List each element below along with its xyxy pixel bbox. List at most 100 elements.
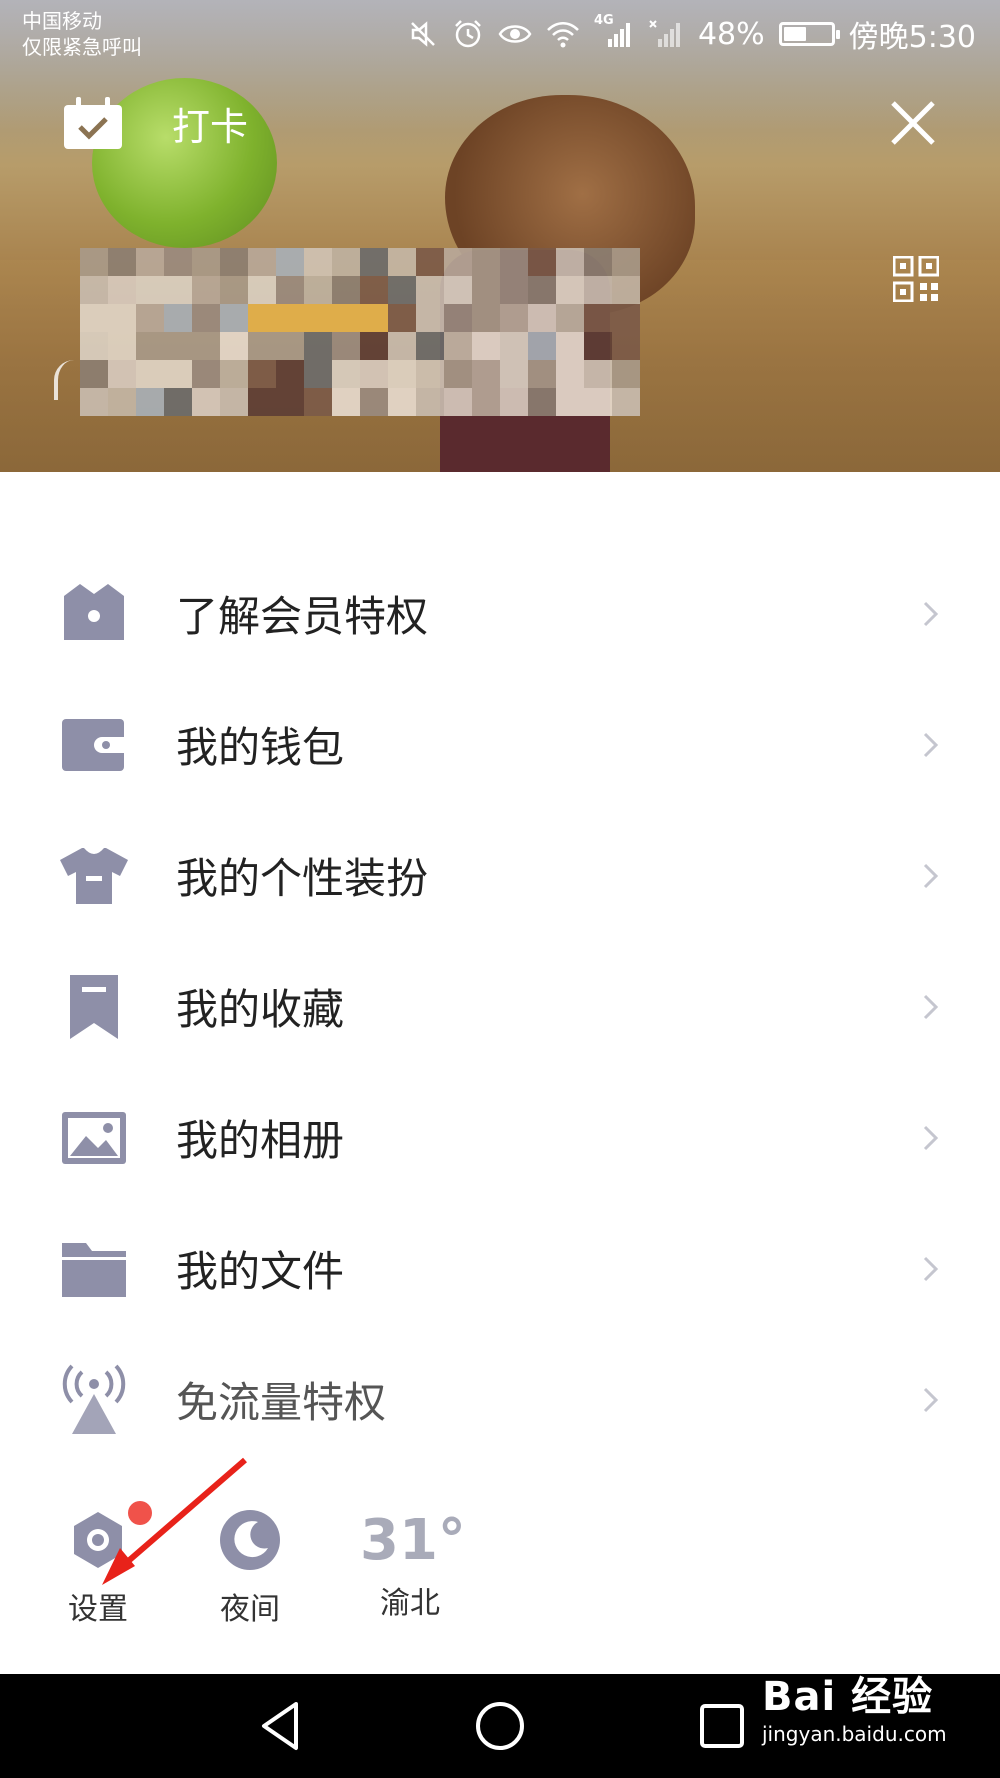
- menu-item-vip[interactable]: 了解会员特权: [0, 548, 1000, 679]
- settings-label: 设置: [68, 1592, 128, 1627]
- settings-button[interactable]: 设置: [58, 1500, 138, 1628]
- mosaic-cell: [584, 248, 612, 276]
- mosaic-cell: [220, 248, 248, 276]
- gear-icon: [74, 1512, 122, 1568]
- chevron-right-icon: [923, 1125, 939, 1150]
- mosaic-cell: [528, 248, 556, 276]
- battery-percent: 48%: [697, 16, 765, 52]
- menu-label: 我的文件: [176, 1247, 345, 1296]
- mosaic-cell: [472, 304, 500, 332]
- battery-fill: [783, 27, 806, 41]
- menu-label: 免流量特权: [176, 1378, 387, 1427]
- mosaic-cell: [192, 248, 220, 276]
- mosaic-cell: [136, 248, 164, 276]
- mosaic-cell: [304, 304, 332, 332]
- baidu-watermark: Bai 经验 jingyan.baidu.com: [762, 1672, 947, 1746]
- menu-item-dressup[interactable]: 我的个性装扮: [0, 810, 1000, 941]
- qr-code-icon[interactable]: [893, 256, 939, 302]
- mosaic-cell: [528, 360, 556, 388]
- mosaic-cell: [332, 388, 360, 416]
- mosaic-cell: [136, 332, 164, 360]
- mosaic-cell: [500, 304, 528, 332]
- mosaic-cell: [360, 276, 388, 304]
- close-icon[interactable]: [885, 95, 941, 151]
- mosaic-cell: [444, 276, 472, 304]
- mosaic-cell: [164, 304, 192, 332]
- mosaic-cell: [416, 248, 444, 276]
- mosaic-cell: [192, 332, 220, 360]
- back-icon[interactable]: [252, 1698, 308, 1754]
- mosaic-cell: [220, 276, 248, 304]
- mosaic-cell: [416, 276, 444, 304]
- wallet-icon: [62, 718, 124, 771]
- mosaic-cell: [80, 248, 108, 276]
- mosaic-cell: [388, 388, 416, 416]
- mosaic-cell: [304, 248, 332, 276]
- recents-icon[interactable]: [694, 1698, 750, 1754]
- mosaic-cell: [108, 276, 136, 304]
- clock: 傍晚5:30: [848, 20, 976, 55]
- mosaic-cell: [556, 276, 584, 304]
- mosaic-cell: [388, 332, 416, 360]
- mosaic-cell: [500, 276, 528, 304]
- mosaic-cell: [472, 388, 500, 416]
- mosaic-cell: [192, 388, 220, 416]
- carrier-line1: 中国移动: [22, 9, 102, 33]
- night-mode-button[interactable]: 夜间: [210, 1500, 290, 1628]
- mosaic-cell: [360, 360, 388, 388]
- menu-label: 我的个性装扮: [176, 854, 429, 903]
- status-bar: 中国移动 仅限紧急呼叫 4G 48% 傍晚5:30: [0, 0, 1000, 64]
- menu-item-album[interactable]: 我的相册: [0, 1072, 1000, 1203]
- mosaic-cell: [360, 332, 388, 360]
- mosaic-cell: [276, 276, 304, 304]
- home-icon[interactable]: [472, 1698, 528, 1754]
- alarm-icon: [455, 20, 481, 48]
- bottom-actions: 设置 夜间 31° 渝北: [0, 1500, 1000, 1640]
- checkin-button[interactable]: 打卡: [62, 96, 248, 151]
- mosaic-cell: [108, 248, 136, 276]
- mosaic-cell: [500, 388, 528, 416]
- calendar-check-icon: [64, 96, 122, 149]
- menu-label: 我的钱包: [176, 723, 345, 772]
- mosaic-cell: [416, 360, 444, 388]
- mosaic-cell: [332, 304, 360, 332]
- crown-icon: [64, 583, 124, 640]
- menu-item-files[interactable]: 我的文件: [0, 1203, 1000, 1334]
- mosaic-cell: [528, 304, 556, 332]
- menu-label: 了解会员特权: [176, 592, 429, 641]
- mosaic-cell: [472, 332, 500, 360]
- menu-item-favorites[interactable]: 我的收藏: [0, 941, 1000, 1072]
- tshirt-icon: [60, 847, 128, 904]
- mosaic-cell: [528, 388, 556, 416]
- chevron-right-icon: [923, 1256, 939, 1281]
- mosaic-cell: [80, 332, 108, 360]
- chevron-right-icon: [923, 863, 939, 888]
- mosaic-cell: [108, 332, 136, 360]
- weather-widget[interactable]: 31° 渝北: [360, 1500, 466, 1622]
- mosaic-cell: [304, 276, 332, 304]
- mosaic-cell: [444, 360, 472, 388]
- mosaic-cell: [556, 388, 584, 416]
- signal-icon: [607, 23, 630, 47]
- notification-badge: [128, 1501, 152, 1525]
- menu-item-wallet[interactable]: 我的钱包: [0, 679, 1000, 810]
- city-label: 渝北: [380, 1586, 440, 1621]
- mosaic-cell: [556, 360, 584, 388]
- menu-item-free-data[interactable]: 免流量特权: [0, 1334, 1000, 1465]
- mosaic-cell: [444, 248, 472, 276]
- mosaic-cell: [388, 304, 416, 332]
- carrier-line2: 仅限紧急呼叫: [22, 35, 142, 59]
- mosaic-cell: [444, 332, 472, 360]
- mosaic-cell: [556, 304, 584, 332]
- checkin-label: 打卡: [172, 105, 249, 149]
- mosaic-cell: [584, 388, 612, 416]
- mosaic-cell: [248, 360, 276, 388]
- mosaic-cell: [416, 388, 444, 416]
- mosaic-cell: [304, 360, 332, 388]
- mosaic-cell: [388, 248, 416, 276]
- broadcast-icon: [62, 1364, 126, 1434]
- profile-header: [0, 0, 1000, 472]
- mosaic-cell: [612, 248, 640, 276]
- mosaic-cell: [360, 248, 388, 276]
- chevron-right-icon: [923, 1387, 939, 1412]
